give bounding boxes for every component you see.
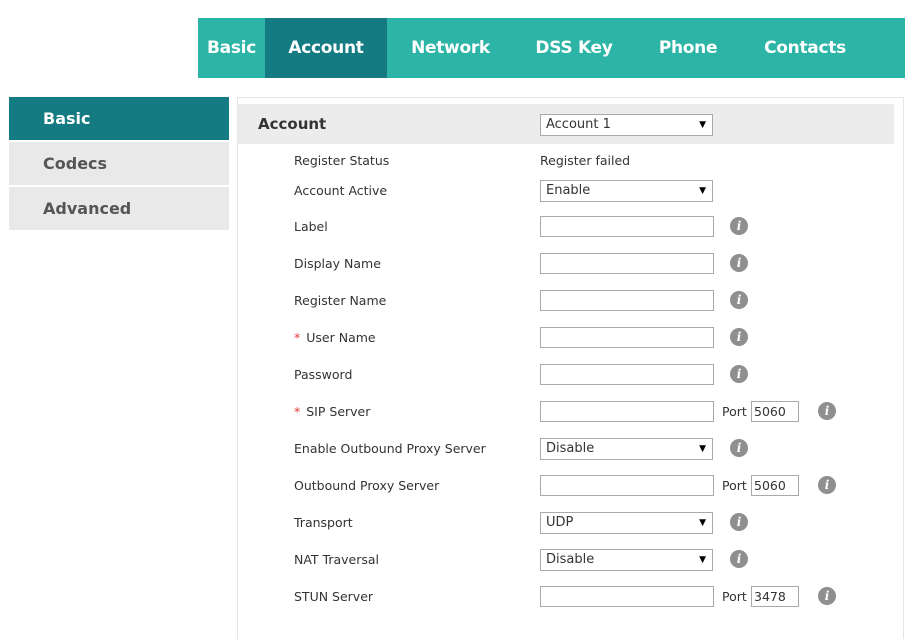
register-name-label: Register Name — [294, 293, 387, 308]
row-register-name: Register Name i — [238, 290, 903, 327]
enable-outbound-proxy-value: Disable — [546, 441, 595, 456]
password-label: Password — [294, 367, 353, 382]
account-panel: Account Account 1 ▼ Register Status Regi… — [237, 97, 904, 639]
dropdown-arrow-icon: ▼ — [699, 186, 706, 196]
sip-server-label: * SIP Server — [294, 401, 370, 423]
outbound-proxy-server-input[interactable] — [540, 475, 714, 496]
panel-header: Account Account 1 ▼ — [238, 104, 894, 144]
side-menu-basic[interactable]: Basic — [9, 97, 229, 140]
user-name-label: * User Name — [294, 327, 376, 349]
tab-phone[interactable]: Phone — [634, 18, 742, 78]
stun-server-port-value: 3478 — [754, 589, 786, 604]
info-icon[interactable]: i — [730, 513, 748, 531]
account-active-select[interactable]: Enable ▼ — [540, 180, 713, 202]
info-icon[interactable]: i — [730, 217, 748, 235]
transport-label: Transport — [294, 515, 353, 530]
side-menu: Basic Codecs Advanced — [9, 97, 229, 232]
nat-traversal-label: NAT Traversal — [294, 552, 380, 567]
sip-server-input[interactable] — [540, 401, 714, 422]
row-display-name: Display Name i — [238, 253, 903, 290]
dropdown-arrow-icon: ▼ — [699, 518, 706, 528]
display-name-label: Display Name — [294, 256, 381, 271]
info-icon[interactable]: i — [730, 365, 748, 383]
info-icon[interactable]: i — [730, 439, 748, 457]
account-active-value: Enable — [546, 183, 591, 198]
top-nav: Basic Account Network DSS Key Phone Cont… — [198, 18, 905, 78]
tab-basic[interactable]: Basic — [198, 18, 265, 78]
user-name-label-text: User Name — [306, 330, 376, 345]
row-password: Password i — [238, 364, 903, 401]
tab-dss-key[interactable]: DSS Key — [514, 18, 634, 78]
required-mark: * — [294, 330, 301, 345]
account-active-label: Account Active — [294, 183, 388, 198]
sip-server-port-value: 5060 — [754, 404, 786, 419]
info-icon[interactable]: i — [730, 328, 748, 346]
register-status-value: Register failed — [540, 153, 631, 168]
label-input[interactable] — [540, 216, 714, 237]
user-name-input[interactable] — [540, 327, 714, 348]
info-icon[interactable]: i — [730, 550, 748, 568]
display-name-input[interactable] — [540, 253, 714, 274]
info-icon[interactable]: i — [818, 402, 836, 420]
dropdown-arrow-icon: ▼ — [699, 120, 706, 130]
side-menu-advanced[interactable]: Advanced — [9, 187, 229, 230]
dropdown-arrow-icon: ▼ — [699, 555, 706, 565]
outbound-proxy-server-label: Outbound Proxy Server — [294, 478, 440, 493]
info-icon[interactable]: i — [730, 254, 748, 272]
info-icon[interactable]: i — [818, 476, 836, 494]
dropdown-arrow-icon: ▼ — [699, 444, 706, 454]
nat-traversal-value: Disable — [546, 552, 595, 567]
row-nat-traversal: NAT Traversal Disable ▼ i — [238, 549, 903, 586]
row-label: Label i — [238, 216, 903, 253]
side-menu-codecs[interactable]: Codecs — [9, 142, 229, 185]
register-name-input[interactable] — [540, 290, 714, 311]
account-select-value: Account 1 — [546, 117, 611, 132]
sip-server-port-input[interactable]: 5060 — [751, 401, 799, 422]
enable-outbound-proxy-select[interactable]: Disable ▼ — [540, 438, 713, 460]
enable-outbound-proxy-label: Enable Outbound Proxy Server — [294, 441, 486, 456]
stun-server-port-input[interactable]: 3478 — [751, 586, 799, 607]
info-icon[interactable]: i — [730, 291, 748, 309]
register-status-label: Register Status — [294, 153, 390, 168]
tab-contacts[interactable]: Contacts — [742, 18, 868, 78]
row-account-active: Account Active Enable ▼ — [238, 180, 903, 217]
required-mark: * — [294, 404, 301, 419]
nat-traversal-select[interactable]: Disable ▼ — [540, 549, 713, 571]
tab-network[interactable]: Network — [387, 18, 514, 78]
tab-account[interactable]: Account — [265, 18, 387, 78]
account-select[interactable]: Account 1 ▼ — [540, 114, 713, 136]
row-user-name: * User Name i — [238, 327, 903, 364]
stun-server-label: STUN Server — [294, 589, 374, 604]
password-input[interactable] — [540, 364, 714, 385]
transport-value: UDP — [546, 515, 574, 530]
panel-title: Account — [258, 115, 327, 133]
row-enable-outbound-proxy: Enable Outbound Proxy Server Disable ▼ i — [238, 438, 903, 475]
row-outbound-proxy-server: Outbound Proxy Server Port 5060 i — [238, 475, 903, 512]
port-label: Port — [722, 589, 747, 604]
row-sip-server: * SIP Server Port 5060 i — [238, 401, 903, 438]
info-icon[interactable]: i — [818, 587, 836, 605]
row-stun-server: STUN Server Port 3478 i — [238, 586, 903, 623]
transport-select[interactable]: UDP ▼ — [540, 512, 713, 534]
label-label: Label — [294, 219, 328, 234]
port-label: Port — [722, 478, 747, 493]
stun-server-input[interactable] — [540, 586, 714, 607]
sip-server-label-text: SIP Server — [306, 404, 371, 419]
outbound-proxy-port-value: 5060 — [754, 478, 786, 493]
row-transport: Transport UDP ▼ i — [238, 512, 903, 549]
port-label: Port — [722, 404, 747, 419]
outbound-proxy-port-input[interactable]: 5060 — [751, 475, 799, 496]
